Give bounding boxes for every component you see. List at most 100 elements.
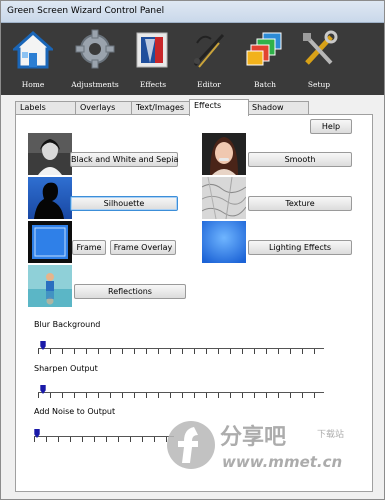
setup-icon [303, 30, 338, 65]
watermark-brand: 分享吧 [220, 425, 287, 450]
tab-strip: Labels Overlays Text/Images Effects Shad… [15, 99, 375, 116]
tab-overlays[interactable]: Overlays [75, 101, 133, 115]
slider-tick [182, 393, 183, 398]
slider-tick [182, 349, 183, 354]
slider-tick [38, 393, 39, 398]
watermark-download: 下载站 [317, 430, 345, 440]
slider-tick [170, 393, 171, 398]
sharpen-output-label: Sharpen Output [34, 364, 98, 373]
smooth-thumbnail [202, 133, 246, 175]
title-bar: Green Screen Wizard Control Panel [1, 1, 384, 23]
slider-tick [86, 393, 87, 398]
slider-handle[interactable] [40, 341, 46, 350]
silhouette-button[interactable]: Silhouette [70, 196, 178, 211]
sharpen-output-slider[interactable] [38, 381, 326, 401]
slider-tick [302, 393, 303, 398]
slider-tick [290, 393, 291, 398]
smooth-button[interactable]: Smooth [248, 152, 352, 167]
watermark: 分享吧 下载站 www.mmet.cn [162, 413, 362, 483]
slider-handle[interactable] [40, 385, 46, 394]
toolbar-effects-label: Effects [139, 80, 167, 89]
watermark-url: www.mmet.cn [222, 453, 343, 471]
slider-tick [230, 393, 231, 398]
slider-tick [130, 437, 131, 442]
slider-tick [230, 349, 231, 354]
slider-tick [170, 349, 171, 354]
tab-labels[interactable]: Labels [15, 101, 77, 115]
slider-tick [142, 437, 143, 442]
slider-tick [106, 437, 107, 442]
texture-button[interactable]: Texture [248, 196, 352, 211]
gear-icon [75, 29, 115, 69]
slider-tick [146, 393, 147, 398]
slider-tick [94, 437, 95, 442]
toolbar-editor-button[interactable]: Editor [183, 27, 235, 91]
slider-tick [302, 349, 303, 354]
slider-tick [74, 349, 75, 354]
toolbar-adjustments-button[interactable]: Adjustments [69, 27, 121, 91]
slider-tick [266, 393, 267, 398]
help-button[interactable]: Help [310, 119, 352, 134]
silhouette-thumbnail [28, 177, 72, 219]
toolbar-home-label: Home [21, 80, 45, 89]
toolbar-setup-button[interactable]: Setup [293, 27, 345, 91]
slider-tick [278, 349, 279, 354]
slider-tick [254, 393, 255, 398]
slider-tick [206, 393, 207, 398]
slider-tick [46, 437, 47, 442]
add-noise-label: Add Noise to Output [34, 407, 116, 416]
frame-button[interactable]: Frame [72, 240, 106, 255]
toolbar-effects-button[interactable]: Effects [127, 27, 179, 91]
slider-tick [86, 349, 87, 354]
slider-tick [242, 393, 243, 398]
reflections-button[interactable]: Reflections [74, 284, 186, 299]
slider-tick [290, 349, 291, 354]
effects-icon [136, 32, 168, 68]
slider-tick [206, 349, 207, 354]
slider-tick [118, 437, 119, 442]
toolbar-batch-button[interactable]: Batch [239, 27, 291, 91]
slider-tick [50, 393, 51, 398]
tab-text-images[interactable]: Text/Images [131, 101, 191, 115]
slider-tick [314, 349, 315, 354]
blur-background-slider[interactable] [38, 337, 326, 357]
frame-overlay-button[interactable]: Frame Overlay [110, 240, 176, 255]
slider-tick [98, 393, 99, 398]
tab-shadow[interactable]: Shadow [247, 101, 309, 115]
slider-tick [70, 437, 71, 442]
main-toolbar: Home Adjustments Effects Editor Batch Se… [1, 23, 384, 95]
toolbar-setup-label: Setup [307, 80, 331, 89]
slider-tick [218, 349, 219, 354]
toolbar-batch-label: Batch [253, 80, 277, 89]
slider-tick [218, 393, 219, 398]
lighting-thumbnail [202, 221, 246, 263]
window-title: Green Screen Wizard Control Panel [7, 6, 165, 16]
bw-sepia-thumbnail [28, 133, 72, 175]
toolbar-adjustments-label: Adjustments [71, 80, 119, 89]
slider-tick [134, 393, 135, 398]
blur-background-label: Blur Background [34, 320, 101, 329]
slider-tick [122, 393, 123, 398]
slider-tick [134, 349, 135, 354]
reflections-thumbnail [28, 265, 72, 307]
slider-tick [34, 437, 35, 442]
slider-tick [62, 349, 63, 354]
slider-tick [74, 393, 75, 398]
tab-effects[interactable]: Effects [189, 99, 249, 116]
slider-tick [62, 393, 63, 398]
bw-sepia-button[interactable]: Black and White and Sepia [70, 152, 178, 167]
home-icon [13, 30, 53, 69]
frame-thumbnail [28, 221, 72, 263]
toolbar-home-button[interactable]: Home [7, 27, 59, 91]
slider-tick [242, 349, 243, 354]
batch-icon [246, 32, 282, 66]
slider-tick [110, 349, 111, 354]
slider-tick [38, 349, 39, 354]
app-window: Green Screen Wizard Control Panel Home A… [0, 0, 385, 500]
slider-tick [254, 349, 255, 354]
lighting-effects-button[interactable]: Lighting Effects [248, 240, 352, 255]
slider-tick [278, 393, 279, 398]
slider-tick [110, 393, 111, 398]
watermark-logo-icon [167, 421, 215, 469]
slider-tick [50, 349, 51, 354]
